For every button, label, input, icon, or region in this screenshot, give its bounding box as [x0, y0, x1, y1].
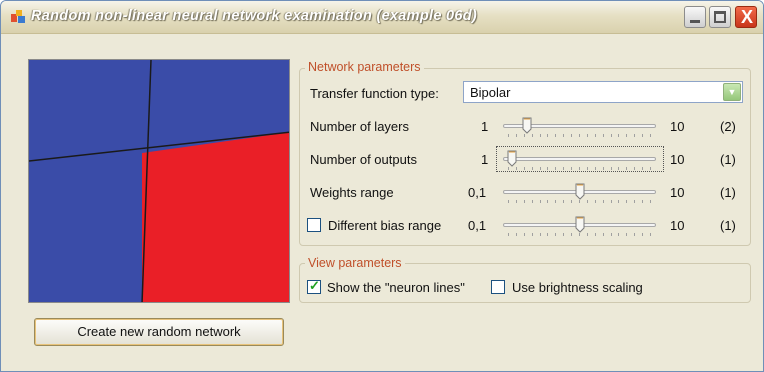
bias-label: Different bias range: [328, 218, 442, 233]
title-bar[interactable]: Random non-linear neural network examina…: [1, 1, 763, 34]
layers-max: 10: [670, 119, 685, 134]
bias-slider-ticks: [508, 233, 651, 236]
transfer-function-label: Transfer function type:: [310, 86, 439, 101]
dropdown-button[interactable]: ▼: [723, 83, 741, 101]
minimize-icon: [690, 20, 700, 23]
outputs-max: 10: [670, 152, 685, 167]
bias-range-checkbox[interactable]: [307, 218, 321, 232]
transfer-function-value: Bipolar: [470, 85, 511, 100]
layers-min: 1: [481, 119, 489, 134]
neuron-lines-label: Show the "neuron lines": [327, 280, 465, 295]
view-parameters-title: View parameters: [305, 256, 405, 270]
outputs-slider-track[interactable]: [503, 157, 656, 161]
outputs-value: (1): [720, 152, 736, 167]
create-network-button[interactable]: Create new random network: [34, 318, 284, 346]
app-icon[interactable]: [11, 10, 25, 24]
outputs-slider-ticks: [508, 167, 651, 170]
layers-label: Number of layers: [310, 119, 409, 134]
brightness-scaling-checkbox[interactable]: [491, 280, 505, 294]
close-icon: X: [740, 7, 753, 27]
chevron-down-icon: ▼: [727, 87, 737, 97]
weights-label: Weights range: [310, 185, 394, 200]
network-visualization: [28, 59, 290, 303]
outputs-min: 1: [481, 152, 489, 167]
minimize-button[interactable]: [684, 6, 706, 28]
bias-slider-thumb[interactable]: [575, 216, 585, 233]
brightness-scaling-label: Use brightness scaling: [512, 280, 643, 295]
red-region: [142, 132, 289, 302]
network-parameters-title: Network parameters: [305, 60, 424, 74]
weights-max: 10: [670, 185, 685, 200]
outputs-slider-thumb[interactable]: [507, 150, 517, 167]
window-title: Random non-linear neural network examina…: [31, 8, 478, 24]
layers-slider-ticks: [508, 134, 651, 137]
weights-min: 0,1: [468, 185, 487, 200]
checkmark-icon: ✓: [309, 278, 320, 293]
neuron-lines-checkbox[interactable]: ✓: [307, 278, 321, 294]
layers-value: (2): [720, 119, 736, 134]
bias-max: 10: [670, 218, 685, 233]
layers-slider-thumb[interactable]: [522, 117, 532, 134]
weights-slider-thumb[interactable]: [575, 183, 585, 200]
transfer-function-select[interactable]: Bipolar ▼: [463, 81, 743, 103]
bias-value: (1): [720, 218, 736, 233]
weights-slider-ticks: [508, 200, 651, 203]
close-button[interactable]: X: [735, 6, 757, 28]
maximize-button[interactable]: [709, 6, 731, 28]
maximize-icon: [714, 11, 726, 23]
outputs-label: Number of outputs: [310, 152, 417, 167]
network-output-plot: [29, 60, 289, 302]
bias-min: 0,1: [468, 218, 487, 233]
weights-value: (1): [720, 185, 736, 200]
app-window: Random non-linear neural network examina…: [0, 0, 764, 372]
